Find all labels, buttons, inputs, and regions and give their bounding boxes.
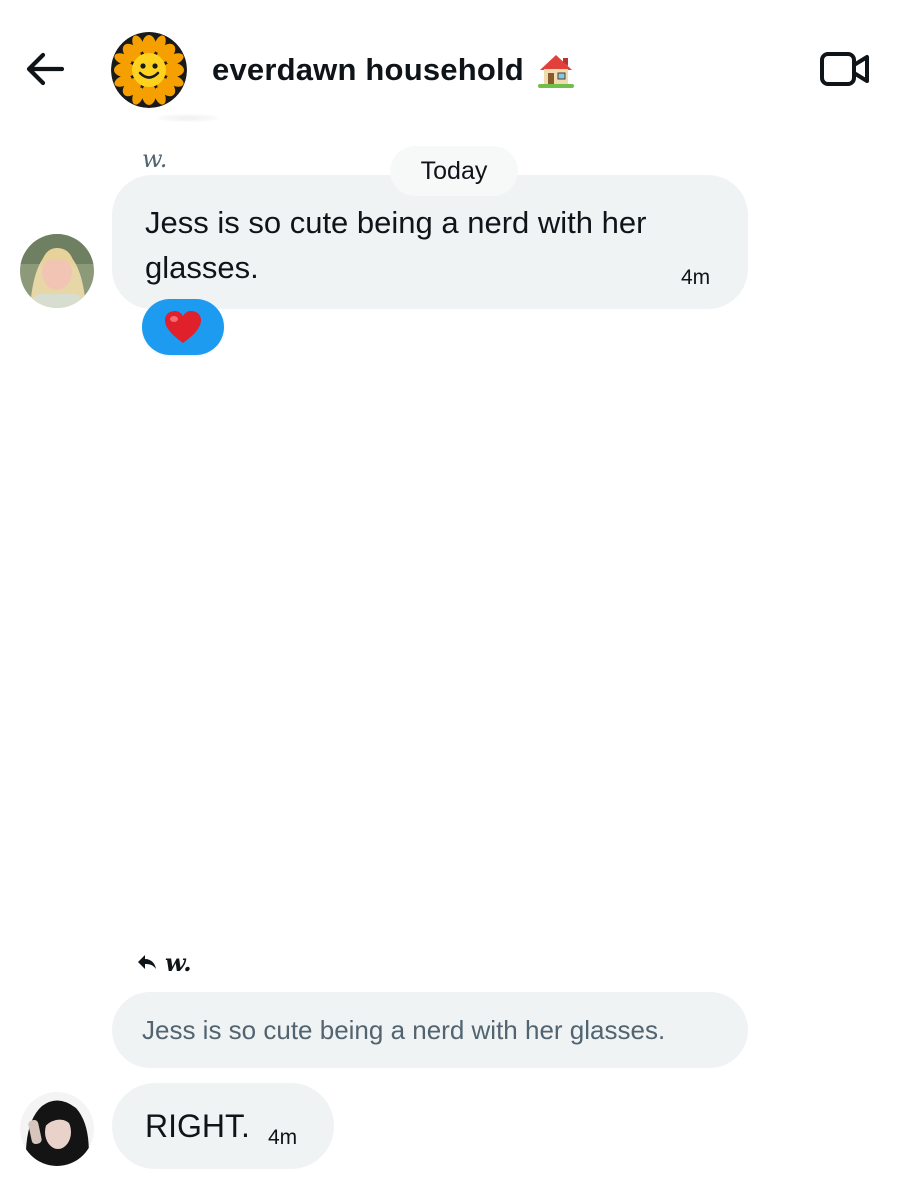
- conversation-title-text: everdawn household: [212, 52, 524, 87]
- avatar[interactable]: [20, 1092, 94, 1166]
- house-icon: [537, 55, 574, 88]
- user-photo-icon: [20, 1092, 94, 1166]
- message-timestamp: 4m: [268, 1126, 298, 1149]
- message-text: RIGHT.: [145, 1108, 250, 1144]
- date-divider: Today: [390, 146, 518, 196]
- message-text: Jess is so cute being a nerd with her gl…: [145, 205, 647, 285]
- video-call-button[interactable]: [818, 48, 872, 90]
- arrow-left-icon: [26, 52, 65, 86]
- back-button[interactable]: [22, 48, 68, 90]
- reply-indicator: w.: [137, 946, 192, 978]
- user-photo-icon: [20, 234, 94, 308]
- reply-sender-name: w.: [165, 947, 192, 977]
- header-divider: [158, 114, 218, 122]
- quoted-message[interactable]: Jess is so cute being a nerd with her gl…: [112, 992, 748, 1068]
- reaction-badge[interactable]: [142, 299, 224, 355]
- video-call-icon: [820, 52, 869, 86]
- message-timestamp: 4m: [681, 266, 711, 289]
- avatar[interactable]: [20, 234, 94, 308]
- dm-conversation-screen: everdawn household w. Today Jess is so c…: [0, 0, 909, 1200]
- smiley-sunflower-icon: [111, 32, 187, 108]
- red-heart-icon: [165, 311, 201, 343]
- conversation-title[interactable]: everdawn household: [212, 48, 576, 92]
- reply-arrow-icon: [138, 955, 156, 969]
- group-avatar[interactable]: [111, 32, 187, 108]
- sender-name: w.: [142, 145, 168, 173]
- message-bubble[interactable]: RIGHT. 4m: [112, 1083, 334, 1169]
